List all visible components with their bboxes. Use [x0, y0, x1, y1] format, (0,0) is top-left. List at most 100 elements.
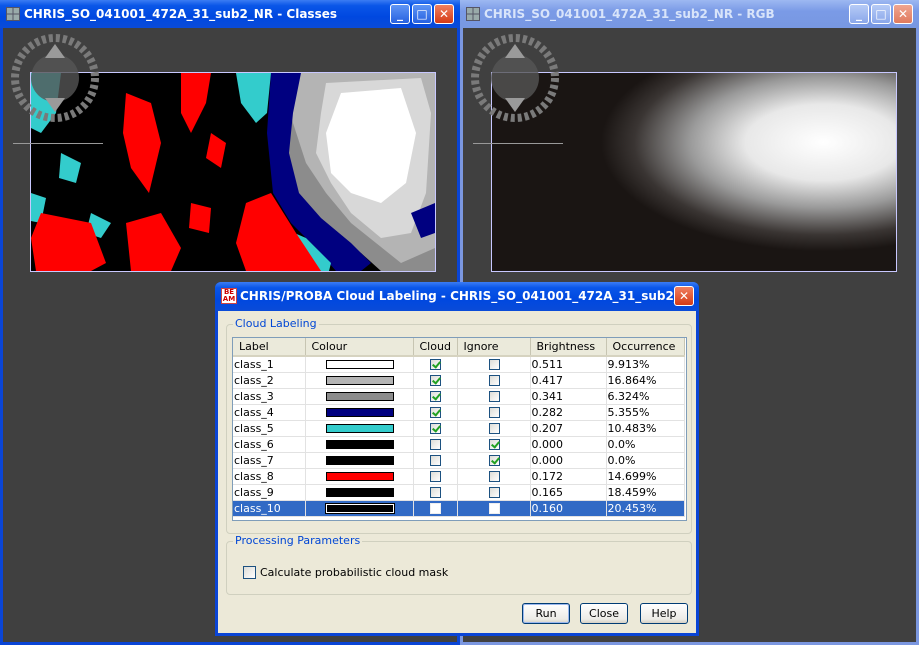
cloud-cell [413, 484, 458, 501]
colour-swatch[interactable] [325, 488, 394, 497]
close-button[interactable]: ✕ [893, 4, 913, 24]
ignore-checkbox[interactable] [488, 487, 500, 498]
close-dialog-button[interactable]: Close [580, 603, 628, 624]
ignore-cell [457, 452, 531, 469]
column-header-colour[interactable]: Colour [305, 338, 414, 357]
dialog-title: CHRIS/PROBA Cloud Labeling - CHRIS_SO_04… [240, 289, 694, 303]
table-row[interactable]: class_3 0.341 6.324% [233, 388, 685, 405]
cloud-checkbox[interactable] [430, 423, 441, 434]
ignore-checkbox[interactable] [488, 359, 500, 370]
colour-swatch[interactable] [325, 376, 394, 385]
column-header-label[interactable]: Label [233, 338, 306, 357]
minimize-button[interactable]: _ [390, 4, 410, 24]
column-header-cloud[interactable]: Cloud [413, 338, 458, 357]
table-row[interactable]: class_9 0.165 18.459% [233, 484, 685, 501]
cloud-checkbox[interactable] [430, 375, 441, 386]
cloud-checkbox[interactable] [430, 407, 441, 418]
class-colour-cell[interactable] [305, 436, 414, 453]
class-label-cell[interactable]: class_10 [233, 500, 306, 517]
brightness-cell: 0.165 [530, 484, 607, 501]
class-label-cell[interactable]: class_2 [233, 372, 306, 389]
cloud-checkbox[interactable] [430, 439, 441, 450]
class-colour-cell[interactable] [305, 420, 414, 437]
class-label-cell[interactable]: class_9 [233, 484, 306, 501]
colour-swatch[interactable] [324, 503, 395, 514]
colour-swatch[interactable] [325, 360, 394, 369]
class-colour-cell[interactable] [305, 452, 414, 469]
beam-app-icon: BE AM [221, 288, 237, 304]
minimize-button[interactable]: _ [849, 4, 869, 24]
colour-swatch[interactable] [325, 408, 394, 417]
class-label-cell[interactable]: class_1 [233, 356, 306, 373]
ignore-checkbox[interactable] [488, 471, 500, 482]
colour-swatch[interactable] [325, 456, 394, 465]
table-row[interactable]: class_6 0.000 0.0% [233, 436, 685, 453]
class-label-cell[interactable]: class_5 [233, 420, 306, 437]
maximize-button[interactable]: □ [871, 4, 891, 24]
table-row[interactable]: class_5 0.207 10.483% [233, 420, 685, 437]
dialog-close-button[interactable]: ✕ [674, 286, 694, 306]
column-header-occurrence[interactable]: Occurrence [606, 338, 685, 357]
occurrence-cell: 18.459% [606, 484, 685, 501]
class-label-cell[interactable]: class_3 [233, 388, 306, 405]
class-colour-cell[interactable] [305, 388, 414, 405]
ignore-checkbox[interactable] [488, 455, 500, 466]
class-label-cell[interactable]: class_8 [233, 468, 306, 485]
cloud-cell [413, 468, 458, 485]
run-button[interactable]: Run [522, 603, 570, 624]
class-label-cell[interactable]: class_6 [233, 436, 306, 453]
column-header-ignore[interactable]: Ignore [457, 338, 531, 357]
cloud-checkbox[interactable] [430, 391, 441, 402]
ignore-cell [457, 436, 531, 453]
cloud-checkbox[interactable] [430, 487, 441, 498]
ignore-checkbox[interactable] [488, 439, 500, 450]
cloud-labeling-dialog[interactable]: BE AM CHRIS/PROBA Cloud Labeling - CHRIS… [215, 282, 699, 636]
ignore-checkbox[interactable] [488, 375, 500, 386]
navigation-slider[interactable] [473, 143, 563, 144]
table-row[interactable]: class_7 0.000 0.0% [233, 452, 685, 469]
cloud-cell [413, 436, 458, 453]
colour-swatch[interactable] [325, 472, 394, 481]
table-row[interactable]: class_2 0.417 16.864% [233, 372, 685, 389]
class-colour-cell[interactable] [305, 484, 414, 501]
colour-swatch[interactable] [325, 392, 394, 401]
rgb-window-titlebar[interactable]: CHRIS_SO_041001_472A_31_sub2_NR - RGB _ … [460, 0, 919, 28]
probabilistic-cloud-mask-label[interactable]: Calculate probabilistic cloud mask [260, 566, 448, 579]
ignore-checkbox[interactable] [488, 423, 500, 434]
brightness-cell: 0.417 [530, 372, 607, 389]
column-header-brightness[interactable]: Brightness [530, 338, 607, 357]
cloud-checkbox[interactable] [430, 359, 441, 370]
colour-swatch[interactable] [325, 440, 394, 449]
table-row[interactable]: class_10 0.160 20.453% [233, 500, 685, 517]
processing-parameters-group-label: Processing Parameters [233, 534, 363, 547]
class-label-cell[interactable]: class_4 [233, 404, 306, 421]
class-table[interactable]: Label Colour Cloud Ignore Brightness Occ… [232, 337, 687, 521]
ignore-checkbox[interactable] [488, 407, 500, 418]
cloud-checkbox[interactable] [430, 471, 441, 482]
help-button[interactable]: Help [640, 603, 688, 624]
dialog-titlebar[interactable]: BE AM CHRIS/PROBA Cloud Labeling - CHRIS… [215, 282, 699, 311]
colour-swatch[interactable] [325, 424, 394, 433]
class-colour-cell[interactable] [305, 404, 414, 421]
probabilistic-cloud-mask-checkbox[interactable] [243, 566, 256, 579]
ignore-checkbox[interactable] [488, 391, 500, 402]
maximize-button[interactable]: □ [412, 4, 432, 24]
class-colour-cell[interactable] [305, 356, 414, 373]
table-row[interactable]: class_4 0.282 5.355% [233, 404, 685, 421]
ignore-checkbox[interactable] [488, 503, 500, 514]
class-colour-cell[interactable] [305, 468, 414, 485]
table-row[interactable]: class_1 0.511 9.913% [233, 356, 685, 373]
navigation-control[interactable] [469, 32, 561, 124]
cloud-checkbox[interactable] [430, 455, 441, 466]
table-row[interactable]: class_8 0.172 14.699% [233, 468, 685, 485]
class-label-cell[interactable]: class_7 [233, 452, 306, 469]
cloud-checkbox[interactable] [430, 503, 441, 514]
classes-window-titlebar[interactable]: CHRIS_SO_041001_472A_31_sub2_NR - Classe… [0, 0, 460, 28]
navigation-control[interactable] [9, 32, 101, 124]
class-colour-cell[interactable] [305, 500, 414, 517]
navigation-slider[interactable] [13, 143, 103, 144]
close-button[interactable]: ✕ [434, 4, 454, 24]
rgb-window-title: CHRIS_SO_041001_472A_31_sub2_NR - RGB [484, 7, 775, 21]
class-colour-cell[interactable] [305, 372, 414, 389]
cloud-cell [413, 500, 458, 517]
